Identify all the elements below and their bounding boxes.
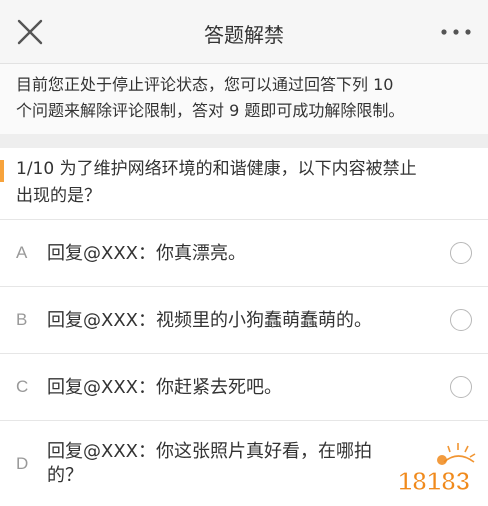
option-text: 回复@XXX：你真漂亮。: [47, 241, 246, 267]
question-line-2: 出现的是？: [16, 186, 101, 206]
notice-line-2: 个问题来解除评论限制，答对 9 题即可成功解除限制。: [16, 101, 405, 120]
top-bar: 答题解禁: [0, 0, 488, 64]
watermark-text: 18183: [398, 466, 470, 496]
page-title: 答题解禁: [204, 23, 284, 47]
option-letter: C: [16, 377, 29, 396]
question-line-1: 1/10 为了维护网络环境的和谐健康，以下内容被禁止: [16, 159, 417, 179]
option-radio[interactable]: [450, 376, 472, 398]
option-text-line: 回复@XXX：视频里的小狗蠢萌蠢萌的。: [47, 310, 372, 331]
option-text-line: 回复@XXX：你这张照片真好看，在哪拍: [47, 441, 372, 462]
option-text-line: 回复@XXX：你赶紧去死吧。: [47, 377, 282, 398]
option-text-line: 的？: [47, 465, 83, 486]
option-radio[interactable]: [450, 242, 472, 264]
more-button[interactable]: [436, 20, 476, 44]
option-letter: A: [16, 243, 28, 262]
section-divider: [0, 134, 488, 148]
option-text-line: 回复@XXX：你真漂亮。: [47, 243, 246, 264]
site-watermark-logo: 18183: [386, 438, 482, 502]
notice-line-1: 目前您正处于停止评论状态，您可以通过回答下列 10: [16, 75, 394, 94]
option-text: 回复@XXX：你这张照片真好看，在哪拍 的？: [47, 440, 372, 488]
option-a[interactable]: A 回复@XXX：你真漂亮。: [0, 221, 488, 287]
option-text: 回复@XXX：你赶紧去死吧。: [47, 375, 282, 401]
question-accent-bar: [0, 160, 4, 182]
option-letter: B: [16, 310, 28, 329]
question-text: 1/10 为了维护网络环境的和谐健康，以下内容被禁止 出现的是？: [16, 156, 476, 210]
option-letter: D: [16, 454, 29, 473]
restriction-notice: 目前您正处于停止评论状态，您可以通过回答下列 10 个问题来解除评论限制，答对 …: [0, 64, 488, 134]
option-radio[interactable]: [450, 309, 472, 331]
more-icon: [441, 29, 471, 35]
option-text: 回复@XXX：视频里的小狗蠢萌蠢萌的。: [47, 308, 372, 334]
option-c[interactable]: C 回复@XXX：你赶紧去死吧。: [0, 355, 488, 421]
question-block: 1/10 为了维护网络环境的和谐健康，以下内容被禁止 出现的是？: [0, 148, 488, 220]
option-b[interactable]: B 回复@XXX：视频里的小狗蠢萌蠢萌的。: [0, 288, 488, 354]
